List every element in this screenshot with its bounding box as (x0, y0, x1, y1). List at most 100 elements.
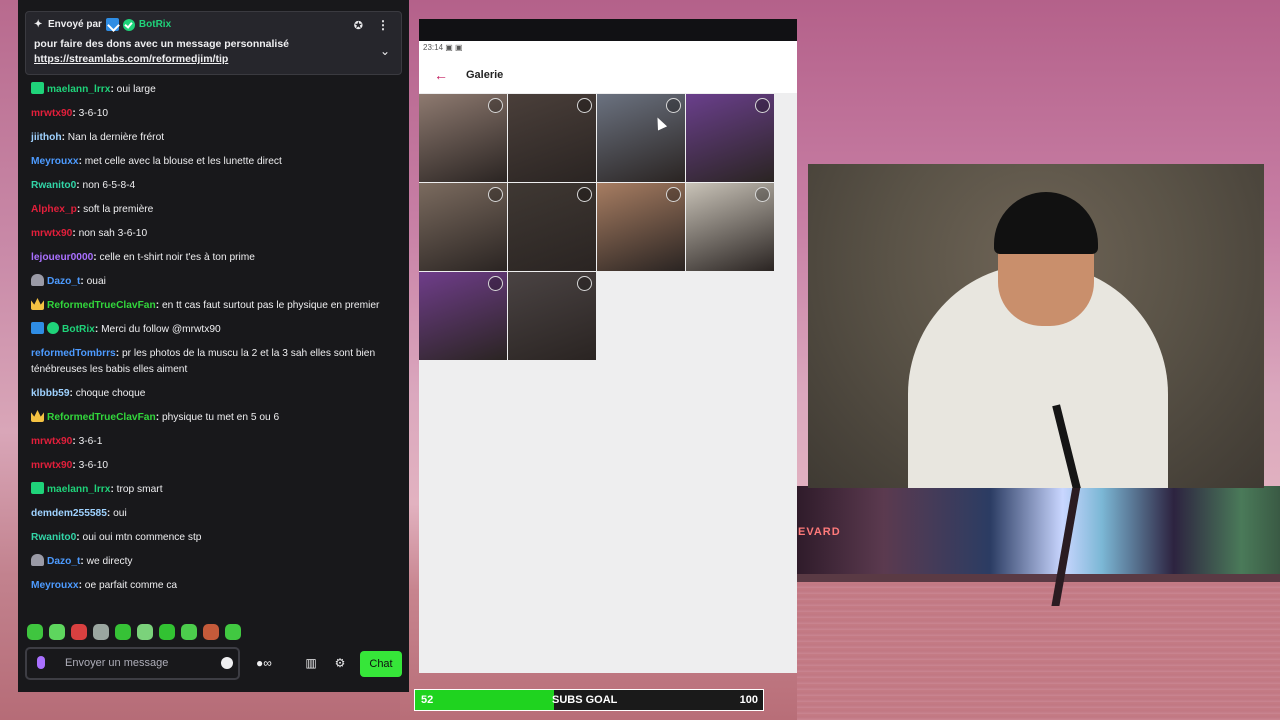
chat-username[interactable]: klbbb59 (31, 388, 70, 399)
chat-text: oe parfait comme ca (84, 580, 178, 591)
bot-badge-icon (31, 322, 44, 334)
chat-username[interactable]: mrwtx90 (31, 108, 72, 119)
chat-input[interactable]: Envoyer un message (25, 647, 240, 680)
gallery-photo[interactable] (508, 272, 596, 360)
chat-message: mrwtx90: 3-6-10 (31, 102, 401, 126)
gallery-photo[interactable] (419, 272, 507, 360)
pinned-author[interactable]: BotRix (139, 19, 171, 30)
select-circle-icon[interactable] (488, 98, 503, 113)
send-chat-button[interactable]: Chat (360, 651, 402, 677)
select-circle-icon[interactable] (755, 98, 770, 113)
gallery-photo[interactable] (686, 94, 774, 182)
select-circle-icon[interactable] (577, 98, 592, 113)
subs-goal-label: SUBS GOAL (552, 694, 618, 706)
gallery-photo[interactable] (508, 94, 596, 182)
chat-text: en tt cas faut surtout pas le physique e… (161, 300, 380, 311)
emote-icon[interactable] (71, 624, 87, 640)
emote-icon[interactable] (203, 624, 219, 640)
chat-username[interactable]: Meyrouxx (31, 580, 79, 591)
chat-text: oui large (116, 84, 156, 95)
chat-text: we directy (86, 556, 133, 567)
select-circle-icon[interactable] (666, 187, 681, 202)
chat-input-row: Envoyer un message ●∞ ▥ ⚙ Chat (25, 647, 402, 681)
emoji-picker-icon[interactable] (221, 657, 233, 669)
chat-username[interactable]: lejoueur0000 (31, 252, 93, 263)
chat-username[interactable]: ReformedTrueClavFan (47, 300, 156, 311)
chat-username[interactable]: mrwtx90 (31, 460, 72, 471)
subs-goal-fill (415, 690, 555, 710)
emote-icon[interactable] (27, 624, 43, 640)
chat-username[interactable]: Rwanito0 (31, 180, 76, 191)
ghost-badge-icon (31, 554, 44, 566)
gallery-photo[interactable] (686, 183, 774, 271)
chat-username[interactable]: mrwtx90 (31, 228, 72, 239)
more-options-icon[interactable]: ⋮ (377, 18, 389, 32)
chat-message: Dazo_t: we directy (31, 550, 401, 574)
chat-username[interactable]: BotRix (62, 324, 95, 335)
chat-text: non 6-5-8-4 (82, 180, 136, 191)
status-icons: ▣ ▣ (445, 43, 463, 52)
gallery-photo[interactable] (419, 183, 507, 271)
chat-message: Dazo_t: ouai (31, 270, 401, 294)
chat-username[interactable]: Dazo_t (47, 276, 80, 287)
pinned-line: pour faire des dons avec un message pers… (34, 38, 290, 50)
microphone-icon[interactable] (37, 656, 45, 669)
chevron-down-icon[interactable]: ⌄ (380, 44, 390, 58)
chat-text: oui oui mtn commence stp (82, 532, 202, 543)
chat-message: Meyrouxx: met celle avec la blouse et le… (31, 150, 401, 174)
gallery-photo[interactable] (419, 94, 507, 182)
gallery-photo[interactable] (597, 183, 685, 271)
emote-icon[interactable] (49, 624, 65, 640)
emote-icon[interactable] (137, 624, 153, 640)
chat-message: lejoueur0000: celle en t-shirt noir t'es… (31, 246, 401, 270)
unpin-icon[interactable]: ✪ (354, 19, 363, 32)
chat-panel: ✦ Envoyé par BotRix pour faire des dons … (18, 0, 409, 692)
pinned-link[interactable]: https://streamlabs.com/reformedjim/tip (34, 52, 393, 67)
select-circle-icon[interactable] (666, 98, 681, 113)
chat-username[interactable]: Meyrouxx (31, 156, 79, 167)
channel-points-icon[interactable]: ●∞ (256, 656, 272, 670)
emote-icon[interactable] (181, 624, 197, 640)
gallery-photo[interactable] (508, 183, 596, 271)
chat-username[interactable]: ReformedTrueClavFan (47, 412, 156, 423)
chat-text: ouai (86, 276, 106, 287)
chat-username[interactable]: Rwanito0 (31, 532, 76, 543)
chat-message-list: maelann_lrrx: oui large mrwtx90: 3-6-10 ji… (31, 78, 401, 598)
chat-username[interactable]: maelann_lrrx (47, 484, 110, 495)
emote-icon[interactable] (115, 624, 131, 640)
select-circle-icon[interactable] (488, 276, 503, 291)
emote-icon[interactable] (159, 624, 175, 640)
chat-text: met celle avec la blouse et les lunette … (84, 156, 282, 167)
chat-username[interactable]: Alphex_p (31, 204, 77, 215)
chat-username[interactable]: maelann_lrrx (47, 84, 110, 95)
settings-gear-icon[interactable]: ⚙ (333, 656, 347, 670)
chat-text: Merci du follow @mrwtx90 (101, 324, 221, 335)
chat-message: Meyrouxx: oe parfait comme ca (31, 574, 401, 598)
pinned-sent-by: Envoyé par (48, 19, 102, 30)
chat-text: physique tu met en 5 ou 6 (161, 412, 280, 423)
app-bar: ← Galerie (419, 59, 797, 93)
chat-username[interactable]: Dazo_t (47, 556, 80, 567)
emote-icon[interactable] (93, 624, 109, 640)
select-circle-icon[interactable] (577, 276, 592, 291)
pinned-message[interactable]: ✦ Envoyé par BotRix pour faire des dons … (25, 11, 402, 75)
emote-icon[interactable] (225, 624, 241, 640)
chat-username[interactable]: jiithoh (31, 132, 62, 143)
select-circle-icon[interactable] (488, 187, 503, 202)
status-time: 23:14 (423, 43, 444, 52)
store-icon[interactable]: ▥ (304, 656, 318, 670)
phone-screen: 23:14 ▣ ▣ ← Galerie (419, 19, 797, 673)
select-circle-icon[interactable] (755, 187, 770, 202)
chat-username[interactable]: demdem255585 (31, 508, 107, 519)
chat-message: mrwtx90: 3-6-1 (31, 430, 401, 454)
chat-username[interactable]: reformedTombrrs (31, 348, 116, 359)
verified-badge-icon (122, 18, 135, 31)
background-buildings (797, 486, 1280, 582)
chat-message: mrwtx90: non sah 3-6-10 (31, 222, 401, 246)
select-circle-icon[interactable] (577, 187, 592, 202)
chat-text: choque choque (75, 388, 146, 399)
gallery-photo[interactable] (597, 94, 685, 182)
chat-text: Nan la dernière frérot (67, 132, 165, 143)
back-arrow-icon[interactable]: ← (434, 67, 448, 83)
chat-username[interactable]: mrwtx90 (31, 436, 72, 447)
